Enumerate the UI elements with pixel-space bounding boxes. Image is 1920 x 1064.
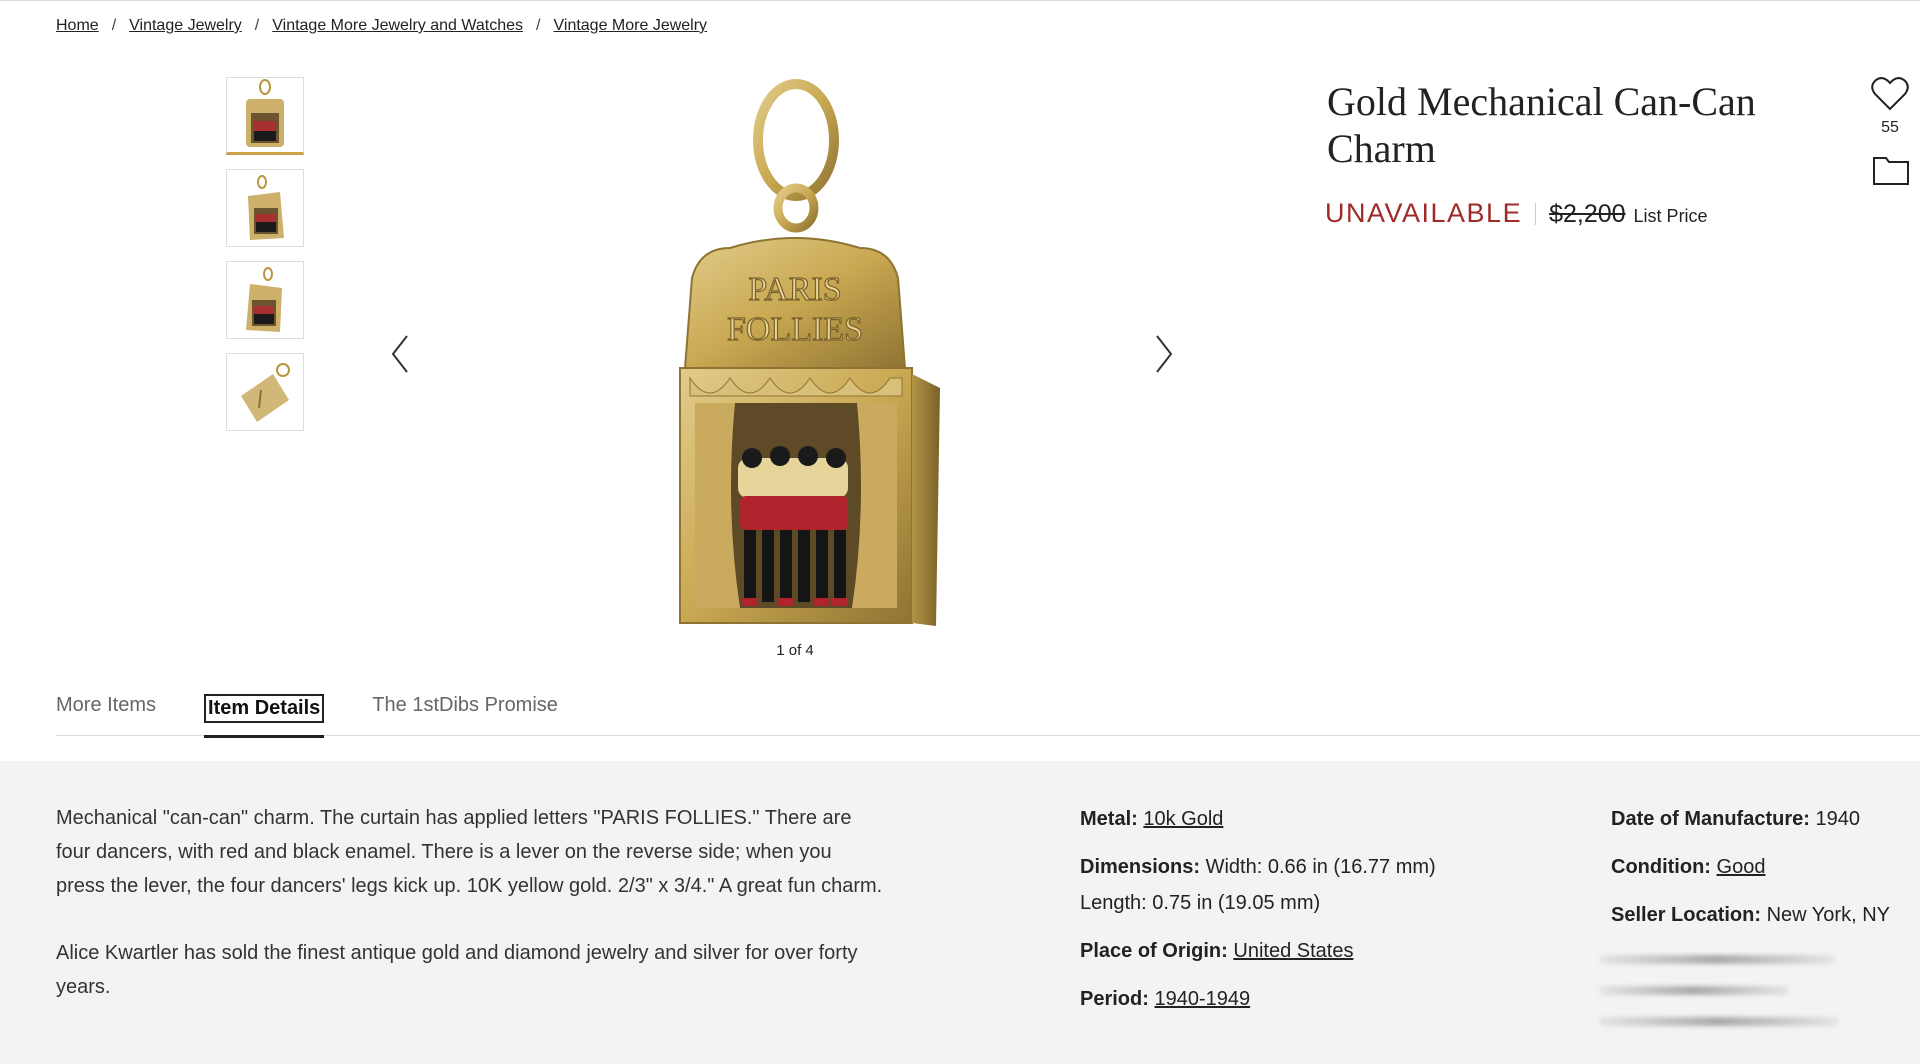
image-counter: 1 of 4 bbox=[776, 642, 814, 659]
metal-link[interactable]: 10k Gold bbox=[1143, 808, 1223, 830]
dimensions-length: Length: 0.75 in (19.05 mm) bbox=[1080, 892, 1321, 914]
image-banner-text: PARIS bbox=[748, 271, 841, 308]
spec-list: Metal: 10k Gold Dimensions: Width: 0.66 … bbox=[1080, 801, 1520, 1029]
spec-seller-location: Seller Location: New York, NY bbox=[1611, 897, 1920, 933]
tab-item-details[interactable]: Item Details bbox=[204, 686, 325, 738]
price-divider bbox=[1535, 202, 1537, 225]
spec-dimensions: Dimensions: Width: 0.66 in (16.77 mm) Le… bbox=[1080, 849, 1520, 921]
spec-label: Place of Origin: bbox=[1080, 940, 1228, 962]
favorite-button[interactable]: 55 bbox=[1870, 76, 1910, 137]
save-to-folder-button[interactable] bbox=[1872, 154, 1910, 186]
previous-image-button[interactable] bbox=[380, 324, 420, 384]
spec-metal: Metal: 10k Gold bbox=[1080, 801, 1520, 837]
tab-1stdibs-promise[interactable]: The 1stDibs Promise bbox=[372, 686, 558, 736]
redacted-text bbox=[1599, 955, 1835, 964]
period-link[interactable]: 1940-1949 bbox=[1154, 988, 1250, 1010]
breadcrumb-home-link[interactable]: Home bbox=[56, 17, 99, 35]
availability-status: UNAVAILABLE bbox=[1325, 198, 1523, 228]
breadcrumb-more-jewelry-link[interactable]: Vintage More Jewelry bbox=[554, 17, 708, 35]
description-paragraph: Mechanical "can-can" charm. The curtain … bbox=[56, 807, 883, 897]
list-price-value: $2,200 bbox=[1549, 200, 1626, 228]
breadcrumb-separator: / bbox=[536, 17, 541, 34]
redacted-text bbox=[1599, 986, 1789, 995]
spec-label: Dimensions: bbox=[1080, 856, 1201, 878]
item-description: Mechanical "can-can" charm. The curtain … bbox=[56, 801, 886, 1037]
thumbnail-angled-left[interactable] bbox=[226, 169, 304, 247]
spec-label: Date of Manufacture: bbox=[1611, 808, 1810, 830]
product-main-image: PARIS FOLLIES bbox=[679, 79, 940, 626]
charm-thumbnail-image bbox=[248, 175, 284, 240]
thumbnail-back[interactable] bbox=[226, 353, 304, 431]
top-divider bbox=[0, 0, 1920, 1]
breadcrumb-separator: / bbox=[111, 17, 117, 34]
charm-thumbnail-image bbox=[241, 363, 290, 422]
favorites-count: 55 bbox=[1881, 119, 1899, 136]
spec-label: Metal: bbox=[1080, 808, 1138, 830]
origin-link[interactable]: United States bbox=[1233, 940, 1353, 962]
location-value: New York, NY bbox=[1766, 904, 1890, 926]
product-title: Gold Mechanical Can-Can Charm bbox=[1327, 79, 1756, 171]
spec-label: Seller Location: bbox=[1611, 904, 1762, 926]
tab-bar: More Items Item Details The 1stDibs Prom… bbox=[56, 686, 1920, 738]
breadcrumb-more-jewelry-watches-link[interactable]: Vintage More Jewelry and Watches bbox=[272, 17, 523, 35]
tab-more-items[interactable]: More Items bbox=[56, 686, 156, 736]
spec-period: Period: 1940-1949 bbox=[1080, 981, 1520, 1017]
next-image-button[interactable] bbox=[1144, 324, 1184, 384]
charm-thumbnail-image bbox=[246, 267, 282, 332]
chevron-right-icon bbox=[1156, 335, 1173, 373]
spec-origin: Place of Origin: United States bbox=[1080, 933, 1520, 969]
breadcrumb-vintage-jewelry-link[interactable]: Vintage Jewelry bbox=[129, 17, 242, 35]
redacted-text bbox=[1599, 1017, 1839, 1026]
spec-condition: Condition: Good bbox=[1611, 849, 1920, 885]
tab-label: Item Details bbox=[204, 694, 325, 723]
spec-label: Condition: bbox=[1611, 856, 1711, 878]
chevron-left-icon bbox=[391, 335, 408, 373]
spec-label: Period: bbox=[1080, 988, 1149, 1010]
spec-list-secondary: Date of Manufacture: 1940 Condition: Goo… bbox=[1599, 801, 1920, 1026]
folder-icon bbox=[1873, 157, 1909, 185]
date-value: 1940 bbox=[1815, 808, 1860, 830]
thumbnail-front[interactable] bbox=[226, 77, 304, 155]
tab-label: The 1stDibs Promise bbox=[372, 694, 558, 716]
tab-label: More Items bbox=[56, 694, 157, 716]
condition-link[interactable]: Good bbox=[1717, 856, 1766, 878]
breadcrumb: Home / Vintage Jewelry / Vintage More Je… bbox=[56, 17, 707, 35]
thumbnail-list bbox=[226, 77, 306, 445]
description-paragraph: Alice Kwartler has sold the finest antiq… bbox=[56, 942, 858, 998]
image-gallery: PARIS FOLLIES 1 of 4 bbox=[370, 72, 1220, 672]
spec-date-of-manufacture: Date of Manufacture: 1940 bbox=[1611, 801, 1920, 837]
price-row: UNAVAILABLE $2,200 List Price bbox=[1325, 198, 1708, 229]
heart-icon bbox=[1871, 77, 1909, 111]
list-price-label: List Price bbox=[1633, 206, 1708, 226]
dimensions-width: Width: 0.66 in (16.77 mm) bbox=[1205, 856, 1436, 878]
svg-text:FOLLIES: FOLLIES bbox=[727, 311, 863, 348]
thumbnail-angled-right[interactable] bbox=[226, 261, 304, 339]
item-details-panel: Mechanical "can-can" charm. The curtain … bbox=[0, 761, 1920, 1064]
breadcrumb-separator: / bbox=[254, 17, 260, 34]
charm-thumbnail-image bbox=[246, 79, 284, 147]
